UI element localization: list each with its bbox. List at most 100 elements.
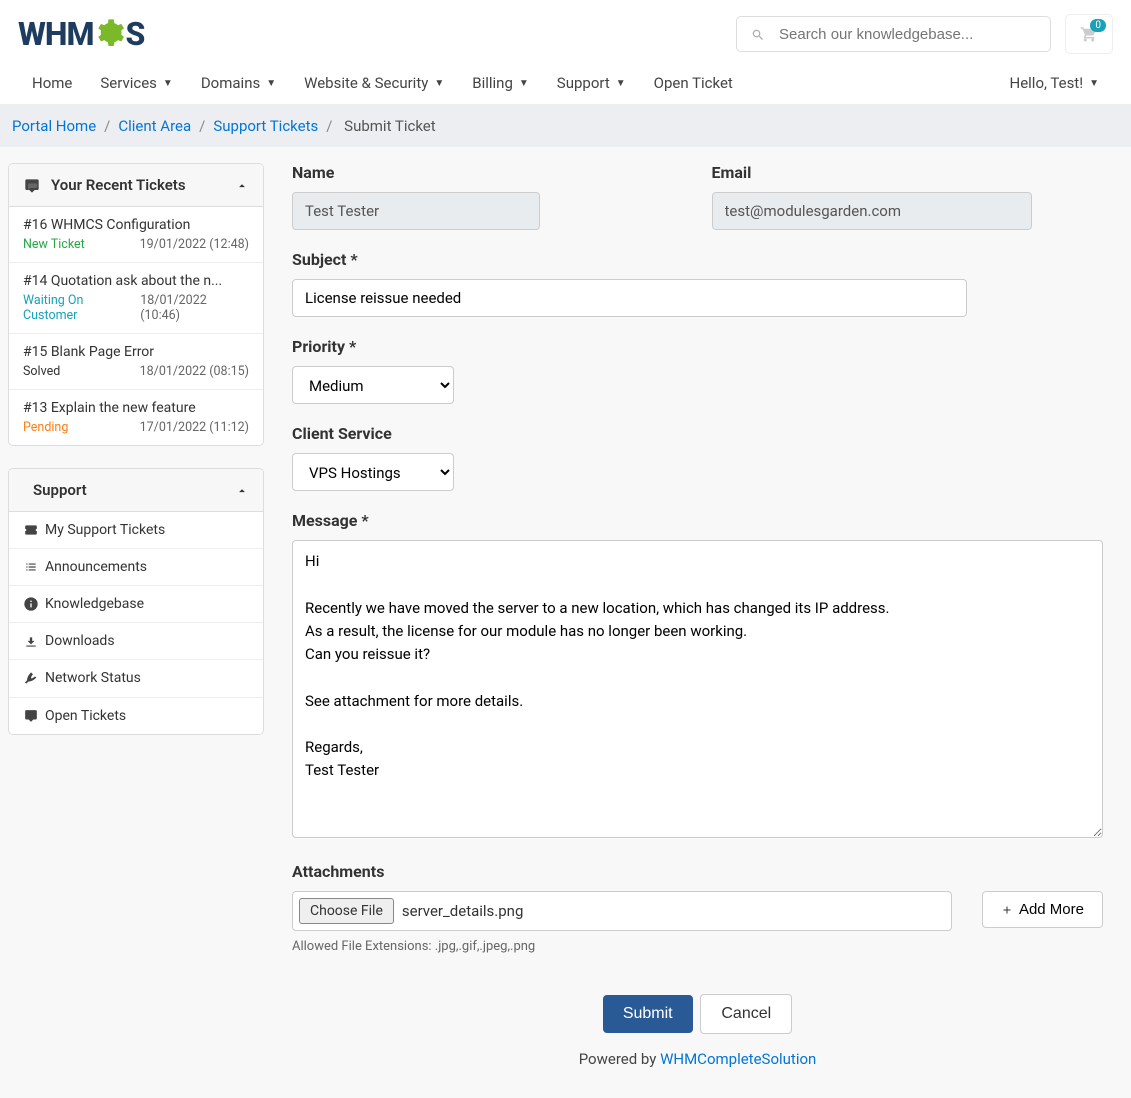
support-item-label: Downloads <box>45 633 115 649</box>
ticket-date: 17/01/2022 (11:12) <box>140 420 249 435</box>
list-icon <box>23 559 45 575</box>
priority-select[interactable]: Medium <box>292 366 454 404</box>
ticket-date: 19/01/2022 (12:48) <box>140 237 249 252</box>
chevron-down-icon: ▼ <box>616 78 626 89</box>
chevron-down-icon: ▼ <box>163 78 173 89</box>
rocket-icon <box>23 670 45 686</box>
ticket-date: 18/01/2022 (08:15) <box>140 364 249 379</box>
nav-item-website-security[interactable]: Website & Security▼ <box>290 62 458 104</box>
ticket-status: Solved <box>23 364 60 379</box>
chevron-up-icon[interactable] <box>235 176 249 194</box>
footer: Powered by WHMCompleteSolution <box>292 1050 1103 1082</box>
file-input[interactable]: Choose File server_details.png <box>292 891 952 931</box>
ticket-item[interactable]: #13 Explain the new feature Pending 17/01/… <box>9 390 263 445</box>
plus-icon <box>1001 901 1013 918</box>
chevron-down-icon: ▼ <box>434 78 444 89</box>
name-input <box>292 192 540 230</box>
submit-button[interactable]: Submit <box>603 995 693 1033</box>
breadcrumb-link[interactable]: Client Area <box>118 117 191 135</box>
breadcrumb-link[interactable]: Support Tickets <box>213 117 318 135</box>
client-service-select[interactable]: VPS Hostings <box>292 453 454 491</box>
nav-item-domains[interactable]: Domains▼ <box>187 62 290 104</box>
logo-text-left: WHM <box>18 15 93 53</box>
download-icon <box>23 633 45 649</box>
client-service-label: Client Service <box>292 424 1103 443</box>
nav-item-home[interactable]: Home <box>18 62 86 104</box>
support-header[interactable]: Support <box>9 469 263 512</box>
breadcrumb: Portal Home/Client Area/Support Tickets/… <box>0 105 1131 147</box>
search-icon <box>751 25 765 43</box>
ticket-item[interactable]: #14 Quotation ask about the n... Waiting … <box>9 263 263 334</box>
ticket-title: #13 Explain the new feature <box>23 400 249 416</box>
info-icon <box>23 596 45 612</box>
support-item-label: Announcements <box>45 559 147 575</box>
choose-file-button[interactable]: Choose File <box>299 898 394 924</box>
ticket-status: Waiting On Customer <box>23 293 140 323</box>
main-nav: HomeServices▼Domains▼Website & Security▼… <box>0 62 1131 105</box>
message-label: Message * <box>292 511 1103 530</box>
name-label: Name <box>292 163 684 182</box>
nav-item-billing[interactable]: Billing▼ <box>458 62 543 104</box>
priority-label: Priority * <box>292 337 1103 356</box>
subject-input[interactable] <box>292 279 967 317</box>
attachments-label: Attachments <box>292 862 1103 881</box>
nav-item-open-ticket[interactable]: Open Ticket <box>640 62 747 104</box>
ticket-date: 18/01/2022 (10:46) <box>140 293 249 323</box>
add-more-label: Add More <box>1019 901 1084 918</box>
chat-icon <box>23 176 41 194</box>
file-hint: Allowed File Extensions: .jpg,.gif,.jpeg… <box>292 939 1103 954</box>
cart-button[interactable]: 0 <box>1065 14 1113 54</box>
ticket-title: #15 Blank Page Error <box>23 344 249 360</box>
support-item-label: Open Tickets <box>45 708 126 724</box>
ticket-item[interactable]: #15 Blank Page Error Solved 18/01/2022 (08… <box>9 334 263 390</box>
footer-text: Powered by <box>579 1050 660 1068</box>
nav-user-label: Hello, Test! <box>1010 74 1084 92</box>
nav-user[interactable]: Hello, Test! ▼ <box>996 62 1114 104</box>
nav-item-support[interactable]: Support▼ <box>543 62 640 104</box>
support-item-knowledgebase[interactable]: Knowledgebase <box>9 586 263 623</box>
chevron-down-icon: ▼ <box>519 78 529 89</box>
footer-link[interactable]: WHMCompleteSolution <box>660 1050 816 1068</box>
chevron-up-icon[interactable] <box>235 481 249 499</box>
recent-tickets-panel: Your Recent Tickets #16 WHMCS Configurat… <box>8 163 264 446</box>
search-input[interactable] <box>779 26 1036 43</box>
support-item-label: My Support Tickets <box>45 522 165 538</box>
support-item-label: Knowledgebase <box>45 596 144 612</box>
content: Your Recent Tickets #16 WHMCS Configurat… <box>0 147 1131 1098</box>
chat-icon <box>23 708 45 724</box>
email-input <box>712 192 1032 230</box>
ticket-title: #14 Quotation ask about the n... <box>23 273 249 289</box>
logo[interactable]: WHM S <box>18 15 144 53</box>
main-form: Name Email Subject * Priority * Medium C… <box>292 163 1123 1082</box>
support-item-network-status[interactable]: Network Status <box>9 660 263 697</box>
email-label: Email <box>712 163 1104 182</box>
gear-icon <box>93 18 125 50</box>
ticket-item[interactable]: #16 WHMCS Configuration New Ticket 19/01/2… <box>9 207 263 263</box>
subject-label: Subject * <box>292 250 1103 269</box>
file-name: server_details.png <box>402 902 524 920</box>
chevron-down-icon: ▼ <box>266 78 276 89</box>
ticket-status: New Ticket <box>23 237 85 252</box>
message-textarea[interactable]: Hi Recently we have moved the server to … <box>292 540 1103 838</box>
breadcrumb-link[interactable]: Portal Home <box>12 117 96 135</box>
cancel-button[interactable]: Cancel <box>700 994 792 1034</box>
logo-text-right: S <box>125 15 144 53</box>
support-item-downloads[interactable]: Downloads <box>9 623 263 660</box>
search-box[interactable] <box>736 16 1051 52</box>
chevron-down-icon: ▼ <box>1089 78 1099 89</box>
support-panel: Support My Support Tickets Announcements K… <box>8 468 264 735</box>
recent-tickets-header[interactable]: Your Recent Tickets <box>9 164 263 207</box>
support-item-announcements[interactable]: Announcements <box>9 549 263 586</box>
recent-tickets-title: Your Recent Tickets <box>51 176 186 194</box>
support-item-open-tickets[interactable]: Open Tickets <box>9 698 263 734</box>
support-item-label: Network Status <box>45 670 141 686</box>
nav-item-services[interactable]: Services▼ <box>86 62 186 104</box>
cart-badge: 0 <box>1090 19 1106 32</box>
breadcrumb-current: Submit Ticket <box>344 117 436 135</box>
ticket-status: Pending <box>23 420 68 435</box>
ticket-icon <box>23 522 45 538</box>
support-title: Support <box>33 481 87 499</box>
add-more-button[interactable]: Add More <box>982 891 1103 928</box>
support-item-my-support-tickets[interactable]: My Support Tickets <box>9 512 263 549</box>
ticket-title: #16 WHMCS Configuration <box>23 217 249 233</box>
